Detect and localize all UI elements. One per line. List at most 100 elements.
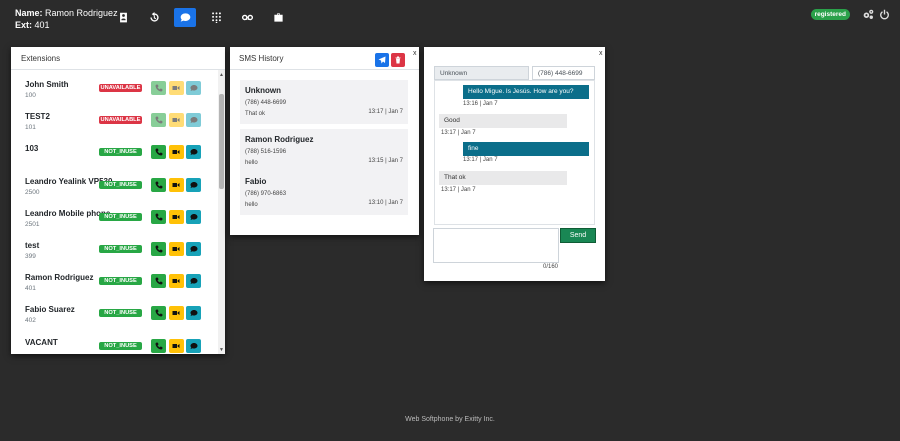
extensions-list[interactable]: John Smith 100 UNAVAILABLE TEST2 101 UNAVAILA… <box>11 70 218 354</box>
call-button[interactable] <box>151 338 166 353</box>
sms-contact-name: Fabio <box>245 177 267 186</box>
extension-status-badge: NOT_INUSE <box>99 341 142 350</box>
extension-row: Ramon Rodriguez 401 NOT_INUSE <box>11 263 218 295</box>
message-button[interactable] <box>186 241 201 256</box>
new-sms-button[interactable] <box>375 53 389 67</box>
sms-contact-phone: (788) 516-1596 <box>245 149 287 155</box>
phone-icon <box>155 84 162 92</box>
call-button[interactable] <box>151 241 166 256</box>
extension-row: Leandro Yealink VP530 2500 NOT_INUSE <box>11 167 218 199</box>
video-call-button[interactable] <box>168 113 184 128</box>
chat-bubble-icon <box>180 13 190 22</box>
message-input[interactable] <box>433 228 559 263</box>
sms-contact-phone: (786) 970-6863 <box>245 191 287 197</box>
extension-row: test 399 NOT_INUSE <box>11 231 218 263</box>
extension-status-badge: NOT_INUSE <box>99 180 142 189</box>
phone-icon <box>155 309 162 317</box>
sms-contact-name: Ramon Rodriguez <box>245 135 314 144</box>
gears-icon[interactable] <box>863 9 874 20</box>
sms-conversation-item[interactable]: Unknown (786) 448-6699 That ok 13:17 | Jan … <box>240 80 408 124</box>
message-button[interactable] <box>186 113 201 128</box>
call-button[interactable] <box>151 177 166 192</box>
video-call-button[interactable] <box>168 274 184 289</box>
message-button[interactable] <box>186 338 201 353</box>
video-call-button[interactable] <box>168 338 184 353</box>
chat-contact-name-field[interactable]: Unknown <box>434 66 529 80</box>
chat-panel: x Unknown (786) 448-6699 Hello Migue. Is… <box>424 47 605 281</box>
sms-timestamp: 13:17 | Jan 7 <box>368 109 403 115</box>
nav-voicemail-button[interactable] <box>236 8 258 27</box>
call-button[interactable] <box>151 274 166 289</box>
nav-contacts-button[interactable] <box>112 8 134 27</box>
call-button[interactable] <box>151 81 166 95</box>
video-call-button[interactable] <box>168 209 184 224</box>
extension-actions <box>151 145 204 160</box>
sms-history-close-button[interactable]: x <box>413 50 417 57</box>
character-counter: 0/160 <box>543 264 559 270</box>
phone-icon <box>155 213 162 221</box>
video-camera-icon <box>172 311 180 316</box>
incoming-message: Good <box>439 114 567 128</box>
video-camera-icon <box>172 246 180 251</box>
message-timestamp: 13:17 | Jan 7 <box>441 187 476 193</box>
extension-actions <box>151 209 204 224</box>
chat-bubble-icon <box>190 181 197 188</box>
call-button[interactable] <box>151 145 166 160</box>
delete-sms-button[interactable] <box>391 53 405 67</box>
extension-row: 103 NOT_INUSE <box>11 134 218 166</box>
message-button[interactable] <box>186 81 201 95</box>
incoming-message: That ok <box>439 171 567 185</box>
scroll-up-arrow-icon[interactable]: ▲ <box>219 72 224 78</box>
video-call-button[interactable] <box>168 306 184 321</box>
power-icon[interactable] <box>879 9 890 20</box>
extensions-title: Extensions <box>11 47 225 70</box>
nav-dialpad-button[interactable] <box>205 8 227 27</box>
chat-messages-area[interactable]: Hello Migue. Is Jesús. How are you? 13:16… <box>434 80 595 225</box>
phone-icon <box>155 116 162 124</box>
extension-status-badge: NOT_INUSE <box>99 244 142 253</box>
message-button[interactable] <box>186 306 201 321</box>
message-timestamp: 13:17 | Jan 7 <box>441 130 476 136</box>
voicemail-icon <box>241 14 253 21</box>
user-ext: 401 <box>34 20 50 30</box>
message-button[interactable] <box>186 209 201 224</box>
call-button[interactable] <box>151 113 166 128</box>
outgoing-message: Hello Migue. Is Jesús. How are you? <box>463 85 589 99</box>
video-call-button[interactable] <box>168 81 184 95</box>
scrollbar-thumb[interactable] <box>219 94 224 189</box>
sms-conversation-item[interactable]: Ramon Rodriguez (788) 516-1596 hello 13:15 … <box>240 129 408 173</box>
send-button[interactable]: Send <box>560 228 596 243</box>
dialpad-icon <box>211 12 221 23</box>
sms-contact-phone: (786) 448-6699 <box>245 100 287 106</box>
chat-contact-phone-field[interactable]: (786) 448-6699 <box>532 66 595 80</box>
message-button[interactable] <box>186 274 201 289</box>
footer-text: Web Softphone by Exitty Inc. <box>405 416 495 423</box>
nav-briefcase-button[interactable] <box>267 8 289 27</box>
main-nav <box>112 8 298 27</box>
video-call-button[interactable] <box>168 177 184 192</box>
video-camera-icon <box>172 279 180 284</box>
extension-status-badge: UNAVAILABLE <box>99 84 142 92</box>
extension-status-badge: NOT_INUSE <box>99 277 142 286</box>
scroll-down-arrow-icon[interactable]: ▼ <box>219 347 224 353</box>
extensions-scrollbar[interactable]: ▲ ▼ <box>218 70 225 354</box>
nav-messages-button[interactable] <box>174 8 196 27</box>
chat-bubble-icon <box>190 85 197 91</box>
trash-icon <box>395 56 401 64</box>
phone-icon <box>155 277 162 285</box>
sms-history-actions <box>375 53 407 67</box>
user-info: Name: Ramon Rodriguez Ext: 401 <box>15 7 118 31</box>
nav-history-button[interactable] <box>143 8 165 27</box>
chat-close-button[interactable]: x <box>599 50 603 57</box>
video-call-button[interactable] <box>168 145 184 160</box>
message-button[interactable] <box>186 145 201 160</box>
video-camera-icon <box>172 214 180 219</box>
sms-conversation-item[interactable]: Fabio (786) 970-6863 hello 13:10 | Jan 7 <box>240 171 408 215</box>
call-button[interactable] <box>151 209 166 224</box>
extensions-panel: Extensions John Smith 100 UNAVAILABLE TEST2… <box>11 47 225 354</box>
history-icon <box>149 12 159 22</box>
message-button[interactable] <box>186 177 201 192</box>
video-camera-icon <box>172 343 180 348</box>
video-call-button[interactable] <box>168 241 184 256</box>
call-button[interactable] <box>151 306 166 321</box>
